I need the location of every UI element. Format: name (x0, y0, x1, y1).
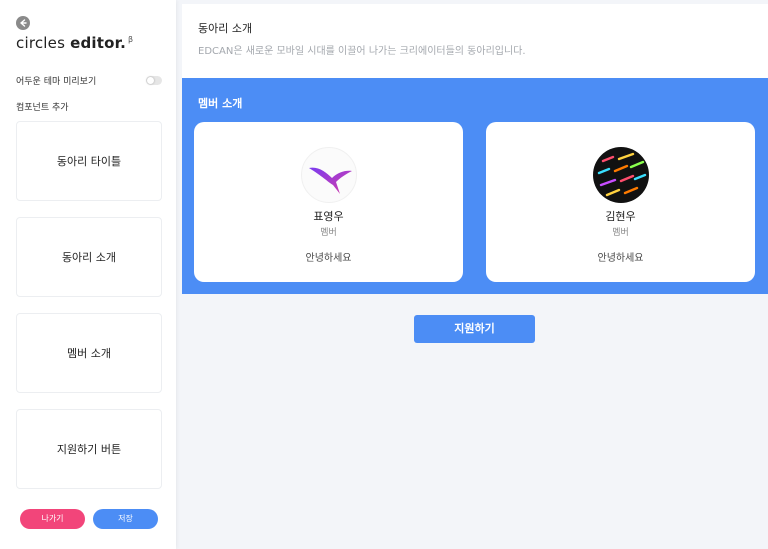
member-intro-title: 멤버 소개 (198, 97, 243, 110)
avatar (300, 147, 357, 203)
club-intro-section[interactable]: 동아리 소개 EDCAN은 새로운 모바일 시대를 이끌어 나가는 크리에이터들… (182, 4, 768, 78)
member-name: 김현우 (605, 210, 636, 223)
avatar (592, 147, 649, 203)
component-club-intro[interactable]: 동아리 소개 (16, 217, 162, 297)
member-greeting: 안녕하세요 (597, 253, 644, 264)
editor-sidebar: circles editor. β 어두운 테마 미리보기 컴포넌트 추가 동아리… (0, 0, 176, 549)
member-role: 멤버 (612, 228, 629, 238)
exit-button[interactable]: 나가기 (20, 509, 85, 529)
brand-light: circles (16, 34, 66, 52)
component-label: 멤버 소개 (67, 347, 111, 360)
dark-preview-label: 어두운 테마 미리보기 (16, 76, 97, 87)
component-label: 지원하기 버튼 (56, 443, 122, 456)
colorful-streaks-icon (597, 152, 646, 197)
component-member-intro[interactable]: 멤버 소개 (16, 313, 162, 393)
member-role: 멤버 (320, 228, 337, 238)
dark-preview-row: 어두운 테마 미리보기 (16, 73, 162, 87)
back-arrow-icon[interactable] (16, 16, 30, 30)
member-intro-section[interactable]: 멤버 소개 표영우 멤버 안녕하세요 김현우 멤버 안녕하세요 (182, 78, 768, 294)
apply-button[interactable]: 지원하기 (414, 315, 535, 343)
app-logo: circles editor. β (16, 34, 133, 52)
dark-preview-toggle[interactable] (146, 75, 162, 85)
save-button[interactable]: 저장 (93, 509, 158, 529)
component-apply-button[interactable]: 지원하기 버튼 (16, 409, 162, 489)
add-component-label: 컴포넌트 추가 (16, 103, 69, 113)
brand-bold: editor. (70, 34, 126, 52)
beta-mark: β (127, 35, 134, 44)
component-club-title[interactable]: 동아리 타이틀 (16, 121, 162, 201)
bird-logo-icon (308, 167, 352, 194)
component-label: 동아리 소개 (61, 251, 117, 264)
member-name: 표영우 (313, 210, 344, 223)
component-label: 동아리 타이틀 (56, 155, 122, 168)
club-intro-description: EDCAN은 새로운 모바일 시대를 이끌어 나가는 크리에이터들의 동아리입니… (198, 46, 526, 57)
club-intro-title: 동아리 소개 (198, 22, 253, 35)
back-arrow-glyph (20, 19, 27, 27)
member-greeting: 안녕하세요 (305, 253, 352, 264)
member-card[interactable]: 김현우 멤버 안녕하세요 (486, 122, 755, 282)
member-card[interactable]: 표영우 멤버 안녕하세요 (194, 122, 463, 282)
